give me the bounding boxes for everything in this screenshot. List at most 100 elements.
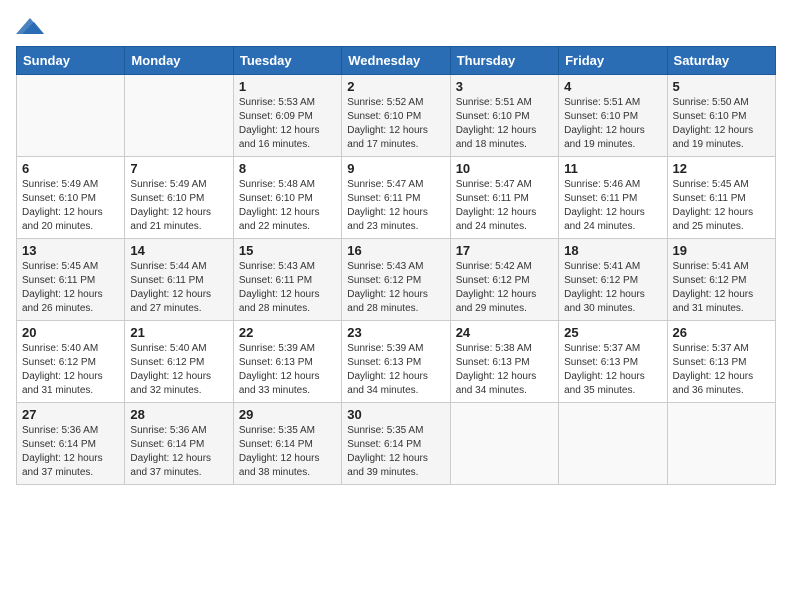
day-of-week-header: Tuesday <box>233 47 341 75</box>
day-number: 11 <box>564 161 661 176</box>
day-info: Sunrise: 5:45 AM Sunset: 6:11 PM Dayligh… <box>673 178 770 234</box>
day-number: 9 <box>347 161 444 176</box>
calendar-cell: 26Sunrise: 5:37 AM Sunset: 6:13 PM Dayli… <box>667 321 775 403</box>
day-info: Sunrise: 5:43 AM Sunset: 6:12 PM Dayligh… <box>347 260 444 316</box>
day-number: 29 <box>239 407 336 422</box>
calendar-cell: 8 Sunrise: 5:48 AM Sunset: 6:10 PM Daylig… <box>233 157 341 239</box>
day-number: 20 <box>22 325 119 340</box>
day-number: 21 <box>130 325 227 340</box>
day-info: Sunrise: 5:38 AM Sunset: 6:13 PM Dayligh… <box>456 342 553 398</box>
day-number: 14 <box>130 243 227 258</box>
day-info: Sunrise: 5:50 AM Sunset: 6:10 PM Dayligh… <box>673 96 770 152</box>
calendar-cell: 12 Sunrise: 5:45 AM Sunset: 6:11 PM Dayli… <box>667 157 775 239</box>
day-info: Sunrise: 5:47 AM Sunset: 6:11 PM Dayligh… <box>456 178 553 234</box>
day-info: Sunrise: 5:49 AM Sunset: 6:10 PM Dayligh… <box>22 178 119 234</box>
day-of-week-header: Sunday <box>17 47 125 75</box>
day-info: Sunrise: 5:46 AM Sunset: 6:11 PM Dayligh… <box>564 178 661 234</box>
calendar-cell: 7 Sunrise: 5:49 AM Sunset: 6:10 PM Daylig… <box>125 157 233 239</box>
calendar-cell <box>17 75 125 157</box>
calendar-cell <box>125 75 233 157</box>
calendar-cell: 17 Sunrise: 5:42 AM Sunset: 6:12 PM Dayli… <box>450 239 558 321</box>
day-number: 10 <box>456 161 553 176</box>
calendar-cell: 30 Sunrise: 5:35 AM Sunset: 6:14 PM Dayli… <box>342 403 450 485</box>
calendar-table: SundayMondayTuesdayWednesdayThursdayFrid… <box>16 46 776 485</box>
calendar-cell: 15 Sunrise: 5:43 AM Sunset: 6:11 PM Dayli… <box>233 239 341 321</box>
day-info: Sunrise: 5:36 AM Sunset: 6:14 PM Dayligh… <box>130 424 227 480</box>
calendar-cell: 1 Sunrise: 5:53 AM Sunset: 6:09 PM Daylig… <box>233 75 341 157</box>
day-number: 1 <box>239 79 336 94</box>
calendar-cell: 20 Sunrise: 5:40 AM Sunset: 6:12 PM Dayli… <box>17 321 125 403</box>
calendar-cell <box>450 403 558 485</box>
day-info: Sunrise: 5:35 AM Sunset: 6:14 PM Dayligh… <box>239 424 336 480</box>
day-info: Sunrise: 5:39 AM Sunset: 6:13 PM Dayligh… <box>347 342 444 398</box>
day-number: 5 <box>673 79 770 94</box>
day-number: 26 <box>673 325 770 340</box>
day-number: 6 <box>22 161 119 176</box>
day-number: 27 <box>22 407 119 422</box>
calendar-cell: 25 Sunrise: 5:37 AM Sunset: 6:13 PM Dayli… <box>559 321 667 403</box>
day-info: Sunrise: 5:42 AM Sunset: 6:12 PM Dayligh… <box>456 260 553 316</box>
calendar-cell: 23 Sunrise: 5:39 AM Sunset: 6:13 PM Dayli… <box>342 321 450 403</box>
day-of-week-header: Wednesday <box>342 47 450 75</box>
calendar-cell: 5 Sunrise: 5:50 AM Sunset: 6:10 PM Daylig… <box>667 75 775 157</box>
day-info: Sunrise: 5:36 AM Sunset: 6:14 PM Dayligh… <box>22 424 119 480</box>
day-info: Sunrise: 5:51 AM Sunset: 6:10 PM Dayligh… <box>564 96 661 152</box>
calendar-cell <box>667 403 775 485</box>
day-number: 30 <box>347 407 444 422</box>
calendar-cell: 21 Sunrise: 5:40 AM Sunset: 6:12 PM Dayli… <box>125 321 233 403</box>
day-info: Sunrise: 5:45 AM Sunset: 6:11 PM Dayligh… <box>22 260 119 316</box>
calendar-cell: 29 Sunrise: 5:35 AM Sunset: 6:14 PM Dayli… <box>233 403 341 485</box>
day-number: 12 <box>673 161 770 176</box>
day-number: 15 <box>239 243 336 258</box>
day-number: 2 <box>347 79 444 94</box>
day-info: Sunrise: 5:51 AM Sunset: 6:10 PM Dayligh… <box>456 96 553 152</box>
day-number: 16 <box>347 243 444 258</box>
calendar-cell: 16 Sunrise: 5:43 AM Sunset: 6:12 PM Dayli… <box>342 239 450 321</box>
day-info: Sunrise: 5:40 AM Sunset: 6:12 PM Dayligh… <box>130 342 227 398</box>
calendar-cell: 2 Sunrise: 5:52 AM Sunset: 6:10 PM Daylig… <box>342 75 450 157</box>
day-info: Sunrise: 5:39 AM Sunset: 6:13 PM Dayligh… <box>239 342 336 398</box>
calendar-cell: 18 Sunrise: 5:41 AM Sunset: 6:12 PM Dayli… <box>559 239 667 321</box>
calendar-cell: 13Sunrise: 5:45 AM Sunset: 6:11 PM Dayli… <box>17 239 125 321</box>
calendar-cell: 28 Sunrise: 5:36 AM Sunset: 6:14 PM Dayli… <box>125 403 233 485</box>
day-number: 25 <box>564 325 661 340</box>
day-info: Sunrise: 5:40 AM Sunset: 6:12 PM Dayligh… <box>22 342 119 398</box>
day-info: Sunrise: 5:47 AM Sunset: 6:11 PM Dayligh… <box>347 178 444 234</box>
calendar-cell <box>559 403 667 485</box>
calendar-cell: 11 Sunrise: 5:46 AM Sunset: 6:11 PM Dayli… <box>559 157 667 239</box>
day-of-week-header: Thursday <box>450 47 558 75</box>
calendar-cell: 14 Sunrise: 5:44 AM Sunset: 6:11 PM Dayli… <box>125 239 233 321</box>
logo <box>16 16 48 38</box>
day-info: Sunrise: 5:44 AM Sunset: 6:11 PM Dayligh… <box>130 260 227 316</box>
calendar-cell: 19Sunrise: 5:41 AM Sunset: 6:12 PM Dayli… <box>667 239 775 321</box>
day-info: Sunrise: 5:49 AM Sunset: 6:10 PM Dayligh… <box>130 178 227 234</box>
day-info: Sunrise: 5:48 AM Sunset: 6:10 PM Dayligh… <box>239 178 336 234</box>
day-number: 28 <box>130 407 227 422</box>
calendar-cell: 24 Sunrise: 5:38 AM Sunset: 6:13 PM Dayli… <box>450 321 558 403</box>
day-number: 24 <box>456 325 553 340</box>
day-of-week-header: Friday <box>559 47 667 75</box>
day-of-week-header: Monday <box>125 47 233 75</box>
calendar-cell: 27 Sunrise: 5:36 AM Sunset: 6:14 PM Dayli… <box>17 403 125 485</box>
day-info: Sunrise: 5:52 AM Sunset: 6:10 PM Dayligh… <box>347 96 444 152</box>
calendar-cell: 22Sunrise: 5:39 AM Sunset: 6:13 PM Dayli… <box>233 321 341 403</box>
day-info: Sunrise: 5:53 AM Sunset: 6:09 PM Dayligh… <box>239 96 336 152</box>
day-number: 19 <box>673 243 770 258</box>
day-info: Sunrise: 5:35 AM Sunset: 6:14 PM Dayligh… <box>347 424 444 480</box>
day-number: 3 <box>456 79 553 94</box>
day-info: Sunrise: 5:43 AM Sunset: 6:11 PM Dayligh… <box>239 260 336 316</box>
day-of-week-header: Saturday <box>667 47 775 75</box>
calendar-cell: 9 Sunrise: 5:47 AM Sunset: 6:11 PM Daylig… <box>342 157 450 239</box>
calendar-cell: 3 Sunrise: 5:51 AM Sunset: 6:10 PM Daylig… <box>450 75 558 157</box>
day-number: 7 <box>130 161 227 176</box>
day-number: 17 <box>456 243 553 258</box>
calendar-cell: 4 Sunrise: 5:51 AM Sunset: 6:10 PM Daylig… <box>559 75 667 157</box>
day-number: 4 <box>564 79 661 94</box>
day-number: 18 <box>564 243 661 258</box>
day-info: Sunrise: 5:37 AM Sunset: 6:13 PM Dayligh… <box>564 342 661 398</box>
logo-icon <box>16 16 44 38</box>
day-number: 23 <box>347 325 444 340</box>
calendar-cell: 10 Sunrise: 5:47 AM Sunset: 6:11 PM Dayli… <box>450 157 558 239</box>
day-info: Sunrise: 5:41 AM Sunset: 6:12 PM Dayligh… <box>564 260 661 316</box>
day-number: 8 <box>239 161 336 176</box>
